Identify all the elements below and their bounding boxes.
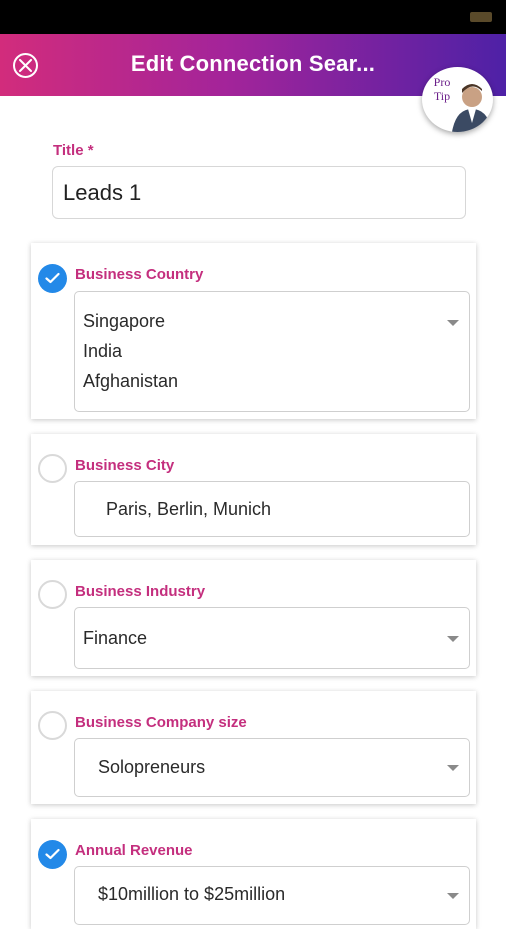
caret-down-icon — [447, 893, 459, 899]
checkbox-country[interactable] — [38, 264, 67, 293]
filter-label-company-size: Business Company size — [75, 714, 247, 731]
company-size-value: Solopreneurs — [98, 757, 206, 777]
filter-label-city: Business City — [75, 457, 175, 474]
pro-tip-button[interactable]: Pro Tip — [422, 67, 493, 132]
filter-card-company-size: Business Company size Solopreneurs — [31, 691, 476, 804]
title-input[interactable]: Leads 1 — [52, 166, 466, 219]
country-option-1: Singapore — [83, 311, 166, 331]
status-bar — [0, 0, 506, 34]
filter-label-country: Business Country — [75, 266, 204, 283]
caret-down-icon — [447, 320, 459, 326]
city-input[interactable]: Paris, Berlin, Munich — [74, 481, 470, 537]
country-option-2: India — [83, 341, 123, 361]
industry-select[interactable]: Finance — [74, 607, 470, 669]
country-select[interactable]: Singapore India Afghanistan — [74, 291, 470, 412]
battery-icon — [470, 12, 492, 22]
filter-card-industry: Business Industry Finance — [31, 560, 476, 676]
filter-label-revenue: Annual Revenue — [75, 842, 193, 859]
filter-card-revenue: Annual Revenue $10million to $25million — [31, 819, 476, 929]
checkbox-company-size[interactable] — [38, 711, 67, 740]
caret-down-icon — [447, 765, 459, 771]
checkbox-industry[interactable] — [38, 580, 67, 609]
caret-down-icon — [447, 636, 459, 642]
pro-tip-label: Pro Tip — [433, 75, 451, 103]
filter-label-industry: Business Industry — [75, 583, 206, 600]
checkmark-icon — [45, 272, 60, 284]
revenue-select[interactable]: $10million to $25million — [74, 866, 470, 925]
revenue-value: $10million to $25million — [98, 884, 286, 904]
company-size-select[interactable]: Solopreneurs — [74, 738, 470, 797]
title-label: Title * — [53, 142, 94, 159]
industry-value: Finance — [83, 628, 148, 648]
city-value: Paris, Berlin, Munich — [106, 499, 272, 519]
checkbox-city[interactable] — [38, 454, 67, 483]
filter-card-city: Business City Paris, Berlin, Munich — [31, 434, 476, 545]
country-option-3: Afghanistan — [83, 371, 179, 391]
checkmark-icon — [45, 848, 60, 860]
checkbox-revenue[interactable] — [38, 840, 67, 869]
filter-card-country: Business Country Singapore India Afghani… — [31, 243, 476, 419]
